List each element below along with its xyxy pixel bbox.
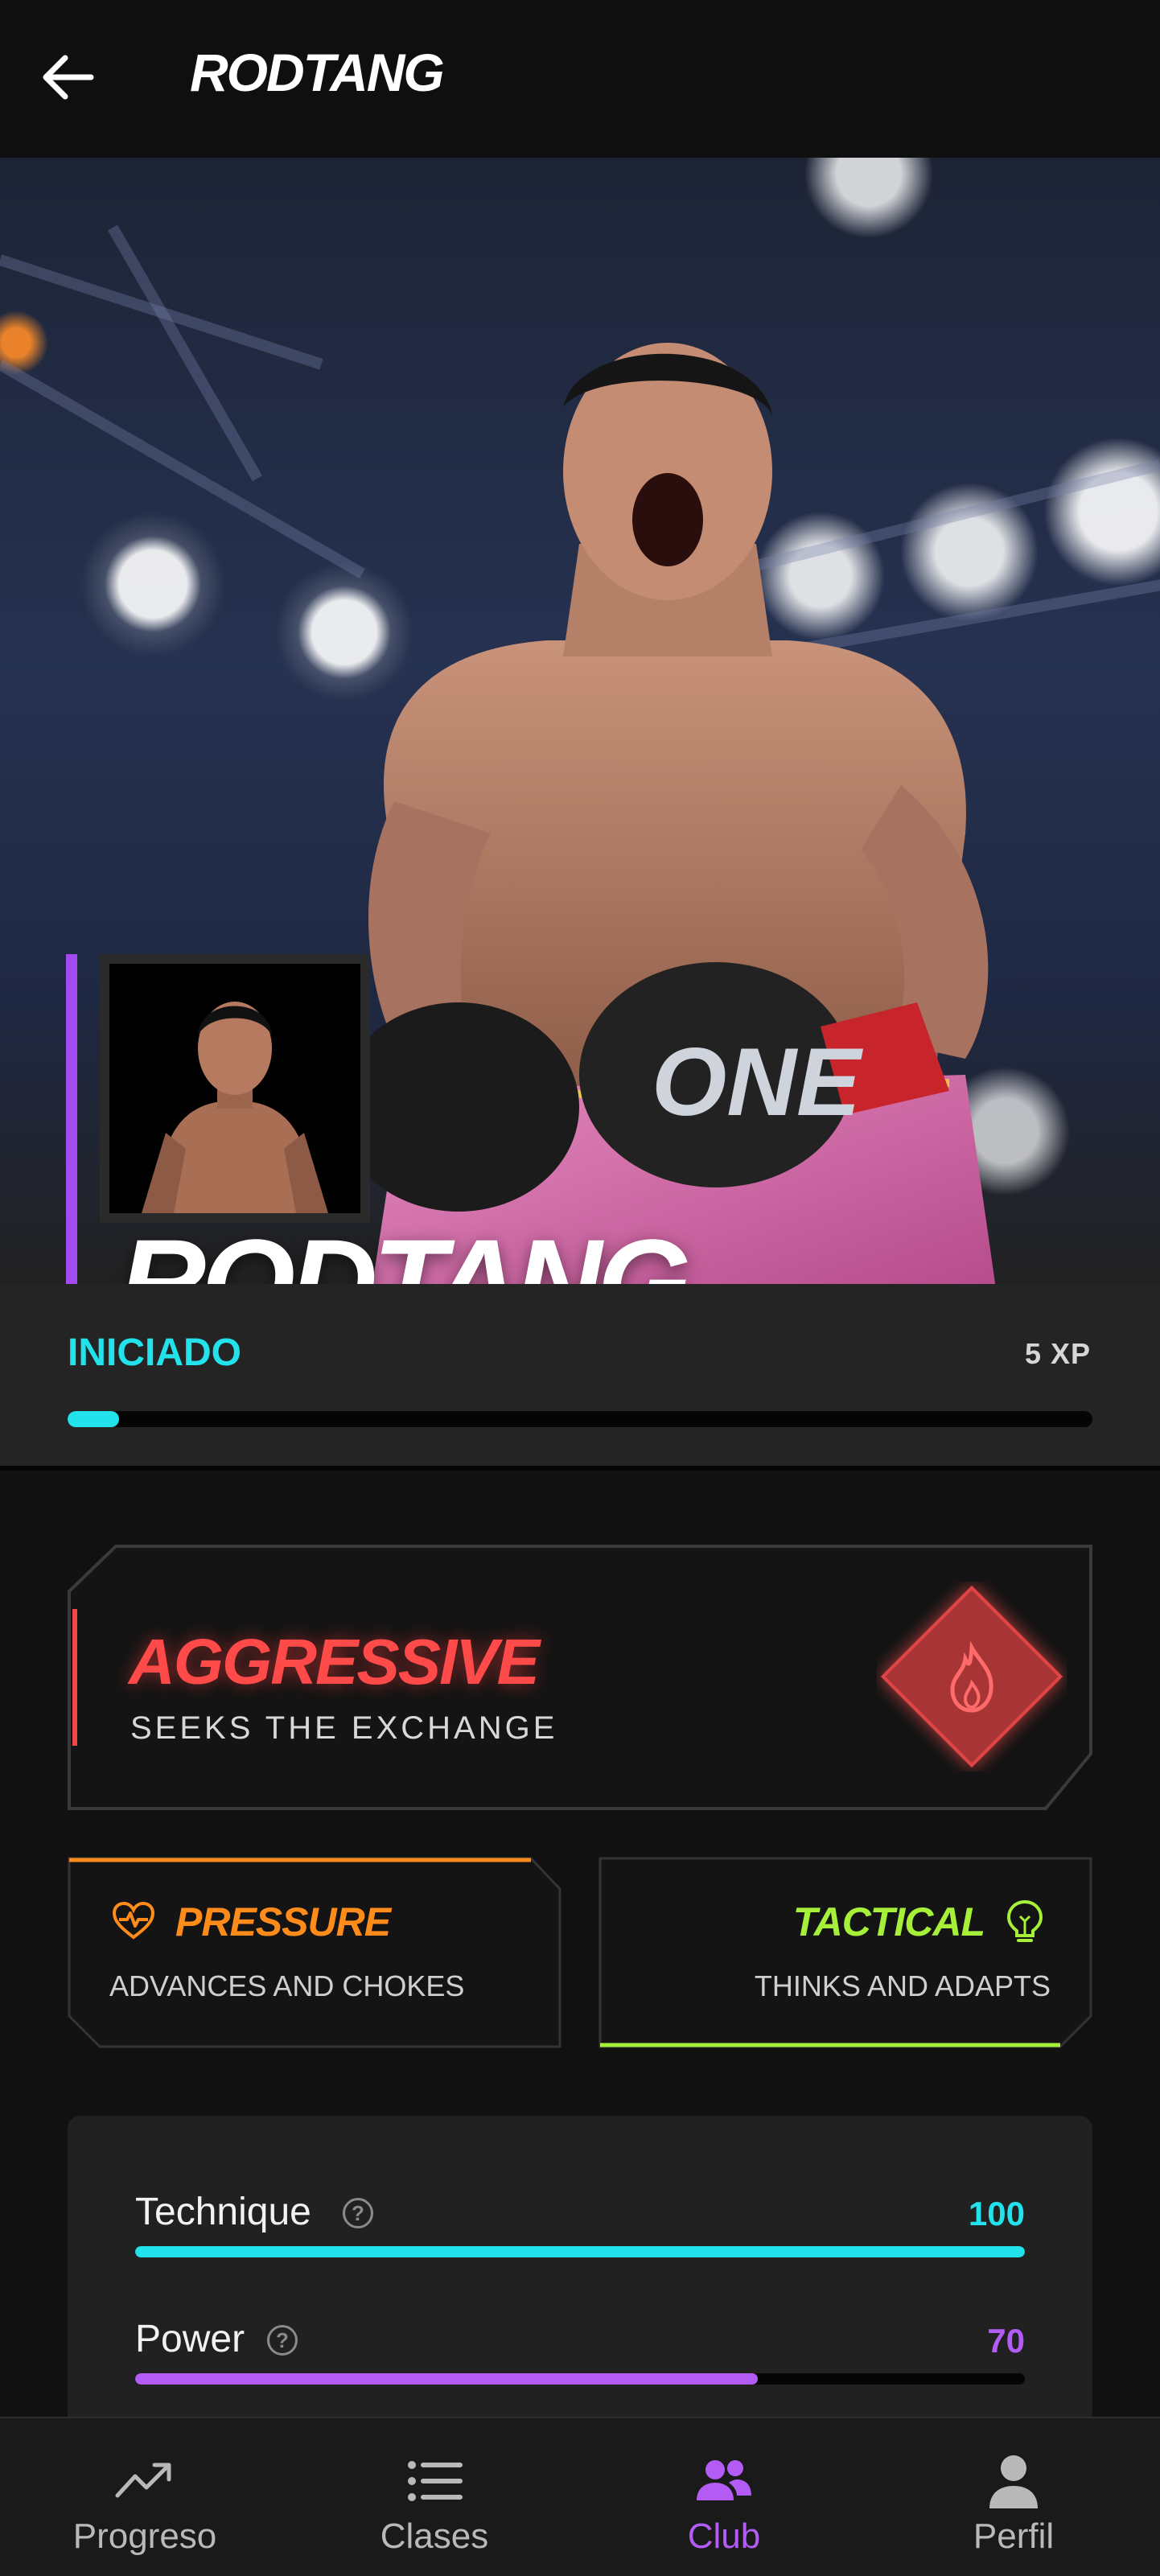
level-name: INICIADO xyxy=(68,1331,241,1374)
fighter-name: RODTANG xyxy=(119,1214,691,1284)
trending-up-icon xyxy=(115,2463,171,2498)
stat-bar xyxy=(135,2246,1025,2257)
fighter-hero-image: ONE RODTANG xyxy=(0,158,1160,1284)
page-title: RODTANG xyxy=(190,43,445,102)
xp-progress-bar xyxy=(68,1411,1092,1427)
trait-subtitle: THINKS AND ADAPTS xyxy=(754,1969,1051,2002)
arrow-left-icon xyxy=(43,55,94,100)
list-icon xyxy=(408,2461,463,2501)
xp-progress-fill xyxy=(68,1411,119,1427)
help-icon[interactable]: ? xyxy=(343,2198,373,2228)
xp-count: 5 XP xyxy=(1024,1337,1091,1370)
nav-item-clases[interactable]: Clases xyxy=(290,2418,579,2576)
flame-icon xyxy=(880,1585,1063,1768)
nav-item-progreso[interactable]: Progreso xyxy=(0,2418,290,2576)
trait-subtitle: ADVANCES AND CHOKES xyxy=(109,1969,465,2002)
fighter-avatar xyxy=(100,954,370,1223)
trait-title: PRESSURE xyxy=(175,1899,391,1944)
lightbulb-icon xyxy=(1006,1899,1043,1942)
nav-item-perfil[interactable]: Perfil xyxy=(869,2418,1158,2576)
trait-card-tactical: TACTICAL THINKS AND ADAPTS xyxy=(599,1857,1092,2048)
style-subtitle: SEEKS THE EXCHANGE xyxy=(130,1710,558,1746)
users-icon xyxy=(697,2460,751,2500)
stat-label: Power xyxy=(135,2318,245,2360)
fighting-style-card: AGGRESSIVE SEEKS THE EXCHANGE xyxy=(68,1545,1092,1810)
style-accent-stripe xyxy=(72,1609,77,1746)
nav-item-club[interactable]: Club xyxy=(579,2418,869,2576)
hero-accent-bar xyxy=(66,954,77,1284)
style-title: AGGRESSIVE xyxy=(129,1626,540,1697)
stat-bar xyxy=(135,2373,1025,2385)
stat-bar-fill xyxy=(135,2246,1025,2257)
trait-card-pressure: PRESSURE ADVANCES AND CHOKES xyxy=(68,1857,561,2048)
nav-label: Perfil xyxy=(973,2516,1055,2556)
bottom-navigation: Progreso Clases Club Perfil xyxy=(0,2417,1160,2576)
back-button[interactable] xyxy=(35,45,100,109)
fighter-photo: ONE xyxy=(338,343,996,1284)
person-icon xyxy=(989,2455,1038,2508)
top-app-bar: RODTANG xyxy=(0,0,1160,158)
stat-value: 70 xyxy=(987,2322,1025,2360)
trait-title: TACTICAL xyxy=(792,1899,985,1944)
stat-bar-fill xyxy=(135,2373,759,2385)
nav-label: Progreso xyxy=(72,2516,217,2556)
stat-value: 100 xyxy=(968,2195,1025,2232)
stat-label: Technique xyxy=(135,2191,311,2233)
level-progress-section: INICIADO 5 XP xyxy=(0,1284,1160,1471)
help-icon[interactable]: ? xyxy=(267,2325,298,2356)
svg-text:ONE: ONE xyxy=(652,1028,864,1136)
nav-label: Club xyxy=(687,2516,761,2556)
nav-label: Clases xyxy=(380,2516,489,2556)
heart-pulse-icon xyxy=(112,1901,155,1940)
